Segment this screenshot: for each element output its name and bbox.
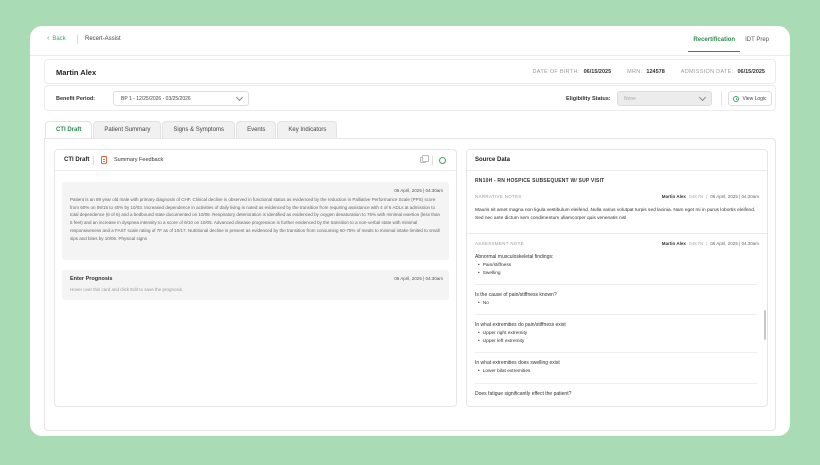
assessment-date: 06 April, 2025 | 04:30am xyxy=(710,241,759,246)
chevron-down-icon xyxy=(235,93,244,102)
view-logic-button[interactable]: View Logic xyxy=(728,91,772,106)
patient-header: Martin Alex DATE OF BIRTH: 06/15/2025 MRN… xyxy=(44,59,776,84)
chevron-left-icon: ‹ xyxy=(47,35,50,42)
assessment-question: Does fatigue significantly effect the pa… xyxy=(475,391,757,397)
tab-patient-summary[interactable]: Patient Summary xyxy=(93,121,162,138)
admission-label: ADMISSION DATE: xyxy=(680,69,734,75)
cti-draft-title: CTI Draft xyxy=(64,157,90,163)
assessment-question: In what extremities do pain/stiffness ex… xyxy=(475,322,757,344)
narrative-label: NARRATIVE NOTES xyxy=(475,194,522,199)
divider xyxy=(77,35,78,44)
cti-draft-header: CTI Draft Summary Feedback xyxy=(55,150,456,171)
narrative-code: S4K7N xyxy=(688,194,704,199)
cti-draft-pane: CTI Draft Summary Feedback 06 April, 202… xyxy=(54,149,457,407)
mrn-value: 124578 xyxy=(646,69,665,75)
view-logic-label: View Logic xyxy=(742,95,767,102)
back-label: Back xyxy=(52,35,66,42)
benefit-period-select[interactable]: BP 1 - 12/25/2026 - 03/25/2026 xyxy=(113,91,249,106)
answer-item: Lower bilat extremities xyxy=(475,369,757,374)
meta-separator: | xyxy=(706,241,708,246)
divider xyxy=(475,284,757,285)
divider xyxy=(475,352,757,353)
assessment-question: Abnormal musculoskeletal findings: Pain/… xyxy=(475,254,757,276)
question-text: Is the cause of pain/stiffness known? xyxy=(475,292,557,298)
content-tabs: CTI Draft Patient Summary Signs & Sympto… xyxy=(45,121,338,138)
divider xyxy=(475,383,757,384)
source-data-pane: Source Data RN10H - RN HOSPICE SUBSEQUEN… xyxy=(466,149,768,407)
top-tabs: Recertification IDT Prep xyxy=(688,32,774,52)
eligibility-select[interactable]: None xyxy=(617,91,712,106)
tab-panel: CTI Draft Summary Feedback 06 April, 202… xyxy=(44,138,776,431)
scrollbar[interactable] xyxy=(764,310,766,340)
tab-events[interactable]: Events xyxy=(236,121,277,138)
question-text: In what extremities do pain/stiffness ex… xyxy=(475,322,566,328)
dob-value: 06/15/2025 xyxy=(583,69,612,75)
answer-item: No xyxy=(475,301,757,306)
draft-text: Patient is an 89 year old male with prim… xyxy=(70,197,440,241)
source-data-header: Source Data xyxy=(467,150,767,171)
eligibility-label: Eligibility Status: xyxy=(566,96,611,102)
dob-field: DATE OF BIRTH: 06/15/2025 xyxy=(533,69,612,75)
refresh-icon[interactable] xyxy=(439,157,446,164)
app-name: Recert-Assist xyxy=(85,36,121,42)
dob-label: DATE OF BIRTH: xyxy=(532,69,580,75)
top-bar: ‹ Back Recert-Assist Recertification IDT… xyxy=(30,26,790,56)
assessment-label: ASSESSMENT NOTE xyxy=(475,241,524,246)
question-text: In what extremities does swelling exist xyxy=(475,360,560,366)
draft-timestamp: 06 April, 2025 | 04:30am xyxy=(394,188,443,193)
tab-key-indicators[interactable]: Key Indicators xyxy=(277,121,338,138)
back-button[interactable]: ‹ Back xyxy=(47,35,66,42)
narrative-author: Martin Alex xyxy=(661,194,686,199)
assessment-author: Martin Alex xyxy=(661,241,686,246)
question-text: Abnormal musculoskeletal findings: xyxy=(475,254,554,260)
assessment-question: In what extremities does swelling exist … xyxy=(475,360,757,374)
narrative-text: Mauris sit amet magna non ligula vestibu… xyxy=(475,208,756,221)
tab-recertification[interactable]: Recertification xyxy=(688,32,741,52)
divider xyxy=(721,91,722,106)
patient-meta: DATE OF BIRTH: 06/15/2025 MRN: 124578 ADMI… xyxy=(533,69,765,75)
tab-cti-draft[interactable]: CTI Draft xyxy=(45,121,93,138)
tab-signs-symptoms[interactable]: Signs & Symptoms xyxy=(162,121,236,138)
divider xyxy=(467,233,767,234)
question-text: Does fatigue significantly effect the pa… xyxy=(475,391,572,397)
answer-item: Upper left extremity xyxy=(475,339,757,344)
assessment-meta: Martin Alex S4K7N | 06 April, 2025 | 04:… xyxy=(662,241,759,246)
draft-card[interactable]: 06 April, 2025 | 04:30am Patient is an 8… xyxy=(62,182,449,260)
patient-name: Martin Alex xyxy=(56,68,97,77)
prognosis-timestamp: 06 April, 2025 | 04:30am xyxy=(394,276,443,281)
visit-title: RN10H - RN HOSPICE SUBSEQUENT W/ SUP VIS… xyxy=(475,178,605,184)
narrative-meta: Martin Alex S4K7N | 06 April, 2025 | 04:… xyxy=(662,194,759,199)
admission-field: ADMISSION DATE: 06/15/2025 xyxy=(681,69,765,75)
prognosis-hint: Hover over this card and click Edit to s… xyxy=(70,287,184,292)
benefit-period-label: Benefit Period: xyxy=(56,96,96,102)
meta-separator: | xyxy=(706,194,708,199)
answer-item: Pain/stiffness xyxy=(475,263,757,268)
copy-icon[interactable] xyxy=(420,155,429,163)
logic-icon xyxy=(733,95,740,102)
tab-idt-prep[interactable]: IDT Prep xyxy=(740,32,774,52)
summary-feedback-link[interactable]: Summary Feedback xyxy=(114,157,163,163)
divider xyxy=(93,156,94,165)
mrn-label: MRN: xyxy=(627,69,643,75)
benefit-bar: Benefit Period: BP 1 - 12/25/2026 - 03/2… xyxy=(44,85,776,111)
app-window: ‹ Back Recert-Assist Recertification IDT… xyxy=(30,26,790,436)
assessment-code: S4K7N xyxy=(688,241,704,246)
prognosis-card[interactable]: Enter Prognosis 06 April, 2025 | 04:30am… xyxy=(62,270,449,300)
admission-value: 06/15/2025 xyxy=(737,69,765,75)
divider xyxy=(475,314,757,315)
narrative-date: 06 April, 2025 | 04:20am xyxy=(710,194,759,199)
mrn-field: MRN: 124578 xyxy=(627,69,665,75)
answer-item: Swelling xyxy=(475,271,757,276)
answer-item: Upper right extremity xyxy=(475,331,757,336)
chevron-down-icon xyxy=(698,93,707,102)
divider xyxy=(432,156,433,165)
eligibility-value: None xyxy=(624,96,636,102)
assessment-question: Is the cause of pain/stiffness known? No xyxy=(475,292,757,306)
document-icon xyxy=(101,156,107,164)
source-data-title: Source Data xyxy=(475,157,511,163)
prognosis-title: Enter Prognosis xyxy=(70,276,113,282)
benefit-period-value: BP 1 - 12/25/2026 - 03/25/2026 xyxy=(121,96,191,102)
